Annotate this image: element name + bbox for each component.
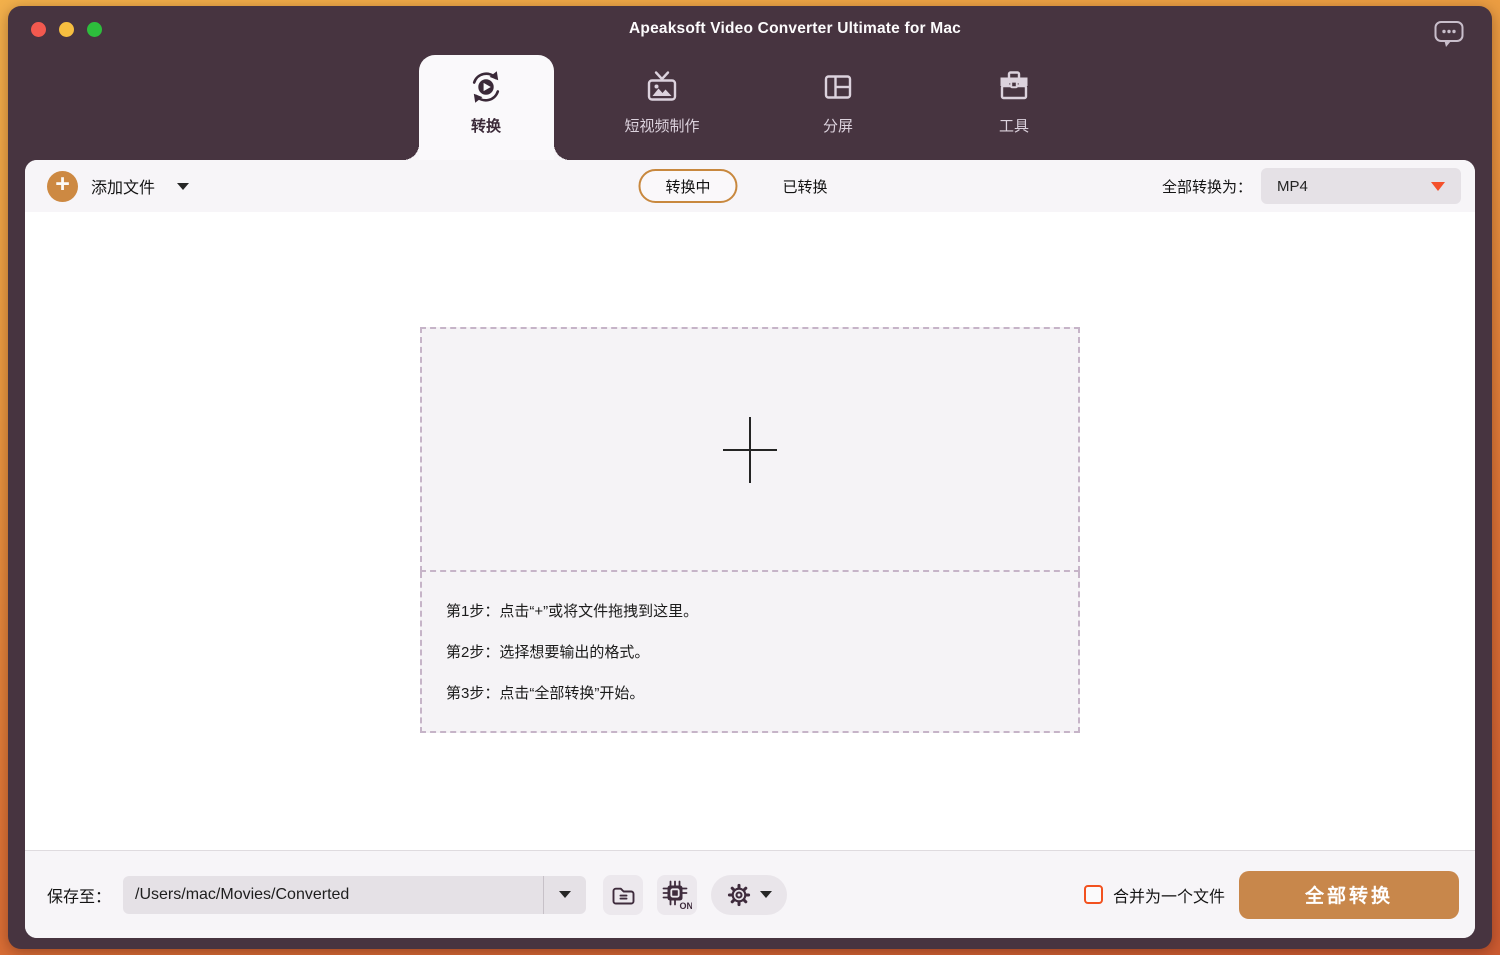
drop-area[interactable] <box>420 327 1080 572</box>
converted-tab[interactable]: 已转换 <box>783 176 828 197</box>
main-panel: + 添加文件 转换中 已转换 全部转换为： MP4 <box>25 160 1475 938</box>
settings-button[interactable] <box>711 875 787 915</box>
close-button[interactable] <box>31 22 46 37</box>
step-3: 第3步：点击“全部转换”开始。 <box>446 684 1078 704</box>
toolbar: + 添加文件 转换中 已转换 全部转换为： MP4 <box>25 160 1475 212</box>
tab-bar: 转换 短视频制作 <box>8 55 1492 160</box>
bottom-bar: 保存至： /Users/mac/Movies/Converted <box>25 850 1475 938</box>
add-files-dropdown-caret-icon[interactable] <box>177 183 189 190</box>
dropzone: 第1步：点击“+”或将文件拖拽到这里。 第2步：选择想要输出的格式。 第3步：点… <box>420 327 1080 733</box>
tab-label-toolbox: 工具 <box>999 115 1029 136</box>
convert-all-button[interactable]: 全部转换 <box>1239 871 1459 919</box>
tab-short-video-maker[interactable]: 短视频制作 <box>595 55 730 160</box>
plus-icon <box>723 417 777 483</box>
save-path-field[interactable]: /Users/mac/Movies/Converted <box>123 876 586 914</box>
gear-icon <box>726 882 752 908</box>
convert-all-to-label: 全部转换为： <box>1162 176 1252 197</box>
queue-toggle: 转换中 已转换 <box>638 160 827 212</box>
converting-tab[interactable]: 转换中 <box>638 169 737 203</box>
zoom-button[interactable] <box>87 22 102 37</box>
tv-media-icon <box>643 68 681 106</box>
tab-split-screen[interactable]: 分屏 <box>771 55 906 160</box>
chip-icon: ON <box>662 880 692 910</box>
folder-icon <box>610 882 636 908</box>
output-format-group: 全部转换为： MP4 <box>1162 168 1461 204</box>
add-files-group: + 添加文件 <box>47 171 189 202</box>
instructions-box: 第1步：点击“+”或将文件拖拽到这里。 第2步：选择想要输出的格式。 第3步：点… <box>420 572 1080 733</box>
hw-accel-state: ON <box>680 901 693 910</box>
tab-toolbox[interactable]: 工具 <box>947 55 1082 160</box>
add-files-label: 添加文件 <box>91 174 155 198</box>
feedback-bubble-icon[interactable] <box>1434 20 1464 48</box>
merge-files-checkbox[interactable] <box>1084 885 1103 904</box>
format-caret-icon <box>1431 182 1445 191</box>
output-format-value: MP4 <box>1277 178 1308 195</box>
path-caret-icon <box>559 891 571 898</box>
app-window: Apeaksoft Video Converter Ultimate for M… <box>8 6 1492 949</box>
hardware-acceleration-button[interactable]: ON <box>657 875 697 915</box>
step-2: 第2步：选择想要输出的格式。 <box>446 643 1078 663</box>
tab-label-convert: 转换 <box>471 115 501 136</box>
tab-label-short-video: 短视频制作 <box>624 115 699 136</box>
traffic-lights <box>31 22 102 37</box>
save-to-label: 保存至： <box>47 883 111 907</box>
output-format-select[interactable]: MP4 <box>1261 168 1461 204</box>
add-files-plus-button[interactable]: + <box>47 171 78 202</box>
toolbox-briefcase-icon <box>995 68 1033 106</box>
tab-label-split: 分屏 <box>823 115 853 136</box>
file-list-area: 第1步：点击“+”或将文件拖拽到这里。 第2步：选择想要输出的格式。 第3步：点… <box>25 212 1475 850</box>
save-path-value: /Users/mac/Movies/Converted <box>123 886 543 904</box>
step-1: 第1步：点击“+”或将文件拖拽到这里。 <box>446 602 1078 622</box>
convert-sync-play-icon <box>467 68 505 106</box>
minimize-button[interactable] <box>59 22 74 37</box>
save-path-dropdown[interactable] <box>544 891 586 898</box>
settings-caret-icon <box>760 891 772 898</box>
tab-convert[interactable]: 转换 <box>419 55 554 160</box>
merge-files-label: 合并为一个文件 <box>1113 883 1225 907</box>
window-title: Apeaksoft Video Converter Ultimate for M… <box>629 20 961 38</box>
split-layout-icon <box>819 68 857 106</box>
open-folder-button[interactable] <box>603 875 643 915</box>
